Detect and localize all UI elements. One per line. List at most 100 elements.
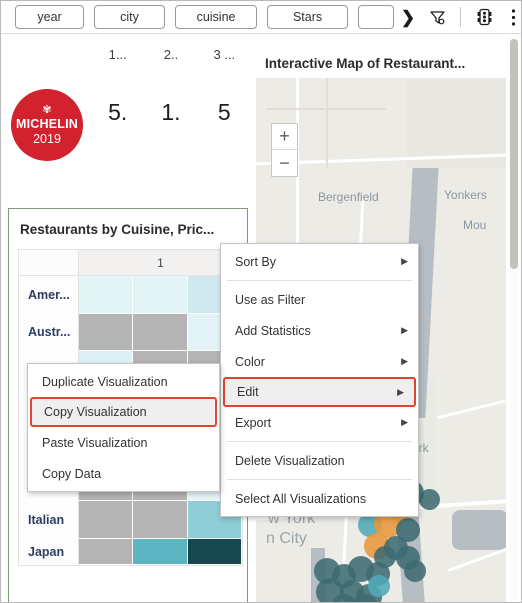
heatmap-row: Japan xyxy=(19,538,242,565)
map-place-label: n City xyxy=(266,530,307,547)
menu-item-copy-visualization[interactable]: Copy Visualization xyxy=(30,397,217,427)
filter-pill-label: city xyxy=(120,10,139,24)
stat-column: 1... 5. xyxy=(91,47,144,126)
heatmap-cell[interactable] xyxy=(133,313,188,351)
chevron-right-icon: ▶ xyxy=(401,356,408,366)
menu-separator xyxy=(227,280,412,281)
more-vertical-icon[interactable] xyxy=(503,6,521,28)
map-marker[interactable] xyxy=(419,489,440,510)
menu-separator xyxy=(227,479,412,480)
filter-clear-icon[interactable] xyxy=(427,6,447,28)
menu-item-label: Copy Data xyxy=(42,466,102,481)
summary-stats-panel: ✾ MICHELIN 2019 1... 5. 2.. 1. 3 ... 5 xyxy=(1,35,251,201)
application-window: year city cuisine Stars ❯ ✾ MICHELIN 201… xyxy=(0,0,522,603)
michelin-star-icon: ✾ xyxy=(42,104,52,116)
heatmap-cell[interactable] xyxy=(79,313,134,351)
heatmap-column-group: 1 xyxy=(79,250,242,275)
edit-submenu: Duplicate Visualization Copy Visualizati… xyxy=(27,363,220,492)
menu-item-label: Export xyxy=(235,415,272,430)
michelin-badge: ✾ MICHELIN 2019 xyxy=(11,89,83,161)
chevron-right-icon: ▶ xyxy=(397,386,404,397)
heatmap-cell[interactable] xyxy=(79,538,134,565)
menu-item-label: Duplicate Visualization xyxy=(42,374,168,389)
map-marker[interactable] xyxy=(368,575,390,597)
vertical-scrollbar-thumb[interactable] xyxy=(510,39,518,269)
heatmap-row-label: Italian xyxy=(19,501,79,539)
filter-pill-label: year xyxy=(37,10,62,24)
chevron-right-icon[interactable]: ❯ xyxy=(398,6,418,28)
heatmap-corner-cell xyxy=(19,250,79,275)
heatmap-header: 1 xyxy=(18,249,243,275)
toolbar-icon-group: ❯ xyxy=(398,6,521,28)
chevron-right-icon: ▶ xyxy=(401,417,408,427)
menu-item-copy-data[interactable]: Copy Data xyxy=(28,458,219,489)
heatmap-row-cells xyxy=(79,313,242,351)
menu-item-color[interactable]: Color ▶ xyxy=(221,346,418,377)
menu-item-label: Delete Visualization xyxy=(235,453,345,468)
stat-value: 1. xyxy=(161,99,181,125)
map-bay xyxy=(452,510,506,550)
heatmap-row-cells xyxy=(79,276,242,314)
heatmap-cell[interactable] xyxy=(133,276,188,314)
heatmap-row-cells xyxy=(79,501,242,539)
menu-item-label: Select All Visualizations xyxy=(235,491,367,506)
filter-pill-label: cuisine xyxy=(196,10,236,24)
menu-item-select-all-visualizations[interactable]: Select All Visualizations xyxy=(221,483,418,514)
map-zoom-controls: + − xyxy=(271,123,298,177)
heatmap-cell[interactable] xyxy=(79,501,134,539)
menu-item-paste-visualization[interactable]: Paste Visualization xyxy=(28,427,219,458)
menu-item-duplicate-visualization[interactable]: Duplicate Visualization xyxy=(28,366,219,397)
chevron-right-icon: ▶ xyxy=(401,256,408,266)
toolbar-divider xyxy=(460,7,461,27)
map-zoom-out-button[interactable]: − xyxy=(272,150,297,176)
filter-pill-empty[interactable] xyxy=(357,5,394,29)
stat-header: 3 ... xyxy=(213,47,236,62)
menu-item-add-statistics[interactable]: Add Statistics ▶ xyxy=(221,315,418,346)
menu-item-delete-visualization[interactable]: Delete Visualization xyxy=(221,445,418,476)
heatmap-cell[interactable] xyxy=(133,538,188,565)
filter-pill-label: Stars xyxy=(292,10,323,24)
stat-header: 2.. xyxy=(163,47,179,62)
heatmap-cell[interactable] xyxy=(187,538,242,565)
menu-item-label: Copy Visualization xyxy=(44,405,147,419)
menu-item-use-as-filter[interactable]: Use as Filter xyxy=(221,284,418,315)
heatmap-cell[interactable] xyxy=(133,501,188,539)
stat-column: 2.. 1. xyxy=(144,47,197,126)
traffic-light-icon[interactable] xyxy=(474,6,494,28)
map-marker[interactable] xyxy=(404,560,426,582)
map-title: Interactive Map of Restaurant... xyxy=(265,56,466,71)
stat-column: 3 ... 5 xyxy=(198,47,251,126)
heatmap-cell[interactable] xyxy=(79,276,134,314)
stat-value: 5. xyxy=(108,99,128,125)
heatmap-row: Amer... xyxy=(19,276,242,314)
heatmap-row-label: Japan xyxy=(19,538,79,565)
map-place-label: Bergenfield xyxy=(318,190,379,204)
filter-pill-city[interactable]: city xyxy=(94,5,165,29)
filter-pill-stars[interactable]: Stars xyxy=(267,5,348,29)
menu-item-sort-by[interactable]: Sort By ▶ xyxy=(221,246,418,277)
map-zoom-in-button[interactable]: + xyxy=(272,124,297,150)
menu-item-label: Color xyxy=(235,354,265,369)
menu-item-export[interactable]: Export ▶ xyxy=(221,407,418,438)
michelin-year: 2019 xyxy=(33,131,61,146)
map-minor-road xyxy=(326,78,328,168)
visualization-title: Restaurants by Cuisine, Pric... xyxy=(20,222,215,237)
stat-value: 5 xyxy=(217,99,231,125)
stat-header: 1... xyxy=(108,47,127,62)
heatmap-row: Austr... xyxy=(19,313,242,351)
stat-columns: 1... 5. 2.. 1. 3 ... 5 xyxy=(91,47,251,126)
heatmap-row: Italian xyxy=(19,501,242,539)
filter-pill-cuisine[interactable]: cuisine xyxy=(174,5,258,29)
heatmap-row-label: Amer... xyxy=(19,276,79,314)
menu-item-label: Sort By xyxy=(235,254,276,269)
map-place-label: Yonkers xyxy=(444,188,487,202)
menu-item-label: Add Statistics xyxy=(235,323,311,338)
filter-pill-year[interactable]: year xyxy=(15,5,85,29)
heatmap-row-cells xyxy=(79,538,242,565)
menu-separator xyxy=(227,441,412,442)
menu-item-label: Use as Filter xyxy=(235,292,306,307)
visualization-context-menu: Sort By ▶ Use as Filter Add Statistics ▶… xyxy=(220,243,419,517)
menu-item-edit[interactable]: Edit ▶ xyxy=(223,377,416,407)
map-place-label: Mou xyxy=(463,218,487,232)
heatmap-row-label: Austr... xyxy=(19,313,79,351)
